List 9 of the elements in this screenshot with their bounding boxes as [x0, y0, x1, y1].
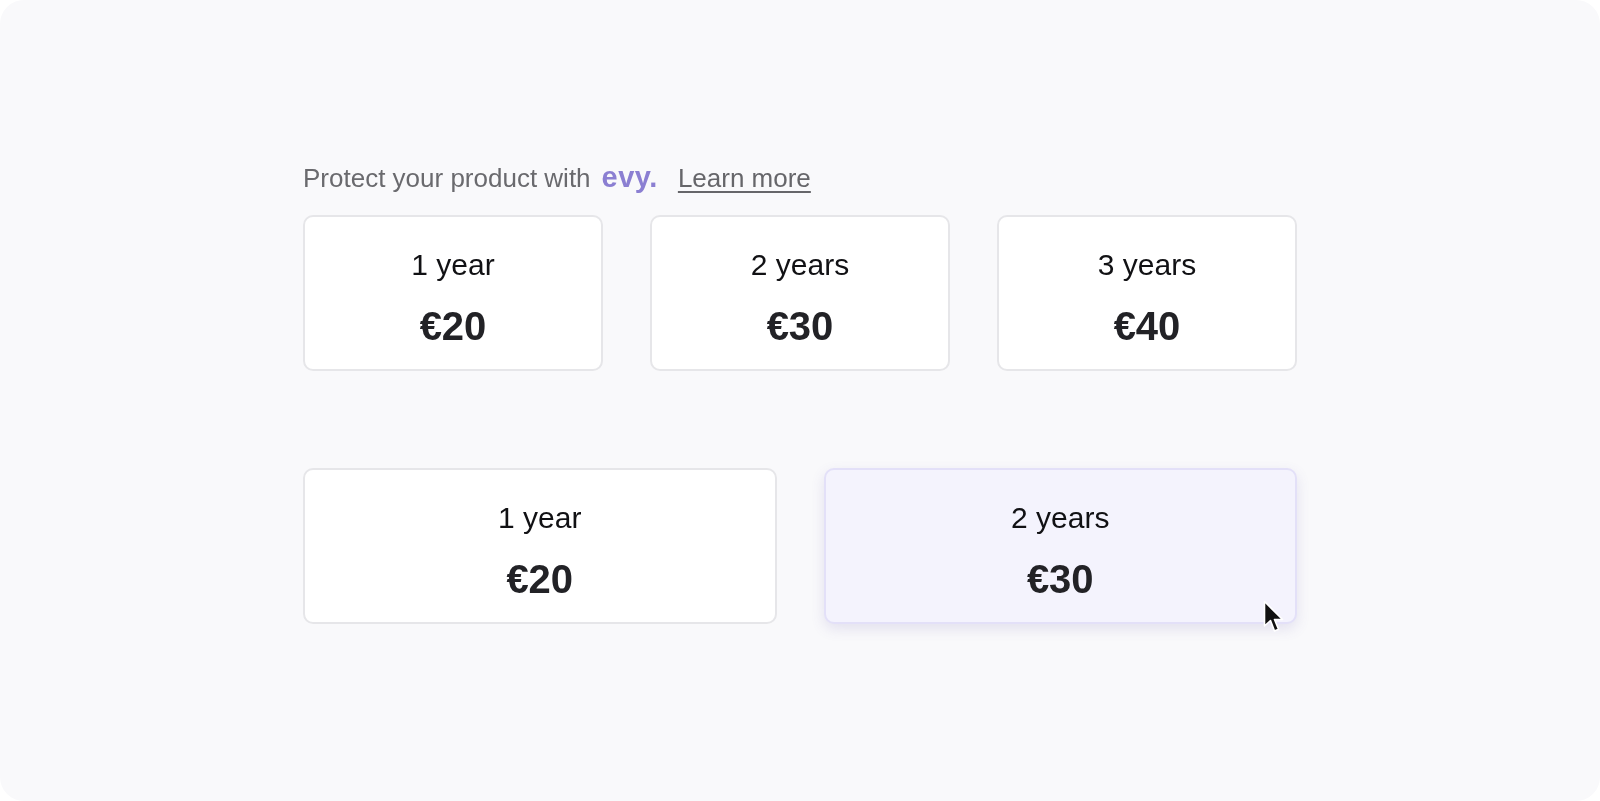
promo-text: Protect your product with	[303, 163, 591, 194]
learn-more-link[interactable]: Learn more	[677, 163, 811, 194]
plan-option[interactable]: 1 year €20	[303, 215, 603, 371]
plan-option[interactable]: 2 years €30	[823, 468, 1297, 624]
plan-option[interactable]: 1 year €20	[303, 468, 777, 624]
plan-option[interactable]: 3 years €40	[997, 215, 1297, 371]
mouse-pointer-icon	[1263, 600, 1285, 634]
plan-option[interactable]: 2 years €30	[650, 215, 950, 371]
brand-logo: evy.	[601, 161, 658, 194]
